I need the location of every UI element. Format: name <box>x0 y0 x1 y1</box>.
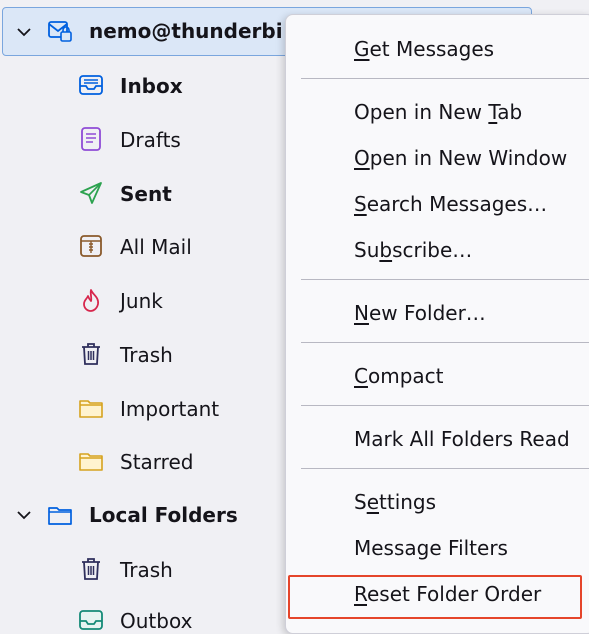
folder-label: Sent <box>120 182 172 206</box>
menu-separator <box>301 342 589 343</box>
context-menu: Get Messages Open in New Tab Open in New… <box>285 14 589 634</box>
folder-label: Starred <box>120 450 194 474</box>
folder-icon <box>79 400 103 418</box>
folder-label: Important <box>120 397 220 421</box>
drafts-icon <box>81 127 101 151</box>
folder-label: Trash <box>120 343 173 367</box>
trash-icon <box>82 558 100 580</box>
folder-label: Junk <box>120 289 163 313</box>
menu-item-compact[interactable]: Compact <box>354 363 443 389</box>
menu-item-settings[interactable]: Settings <box>354 489 436 515</box>
folder-label: Outbox <box>120 609 193 633</box>
account-name: nemo@thunderbird.net <box>89 19 283 43</box>
menu-item-new-folder[interactable]: New Folder… <box>354 300 486 326</box>
folder-label: Drafts <box>120 128 181 152</box>
menu-separator <box>301 468 589 469</box>
junk-icon <box>83 289 99 312</box>
chevron-down-icon[interactable] <box>16 24 32 40</box>
menu-separator <box>301 279 589 280</box>
outbox-icon <box>79 610 103 630</box>
folder-label: Trash <box>120 558 173 582</box>
folder-icon <box>79 453 103 471</box>
highlight-box <box>288 575 582 619</box>
folder-label: All Mail <box>120 235 192 259</box>
menu-item-mark-all-read[interactable]: Mark All Folders Read <box>354 426 570 452</box>
local-folder-icon <box>48 507 72 525</box>
local-folders-label: Local Folders <box>89 503 238 527</box>
menu-separator <box>301 405 589 406</box>
menu-item-message-filters[interactable]: Message Filters <box>354 535 508 561</box>
menu-item-search-messages[interactable]: Search Messages… <box>354 191 547 217</box>
chevron-down-icon[interactable] <box>16 507 32 523</box>
archive-icon <box>80 235 102 257</box>
menu-item-open-new-window[interactable]: Open in New Window <box>354 145 567 171</box>
menu-item-subscribe[interactable]: Subscribe… <box>354 237 472 263</box>
menu-item-get-messages[interactable]: Get Messages <box>354 36 494 62</box>
inbox-icon <box>79 75 103 95</box>
folder-label: Inbox <box>120 74 183 98</box>
menu-separator <box>301 78 589 79</box>
sent-icon <box>80 182 102 204</box>
trash-icon <box>82 343 100 365</box>
account-mail-icon <box>48 21 72 42</box>
menu-item-open-new-tab[interactable]: Open in New Tab <box>354 99 522 125</box>
